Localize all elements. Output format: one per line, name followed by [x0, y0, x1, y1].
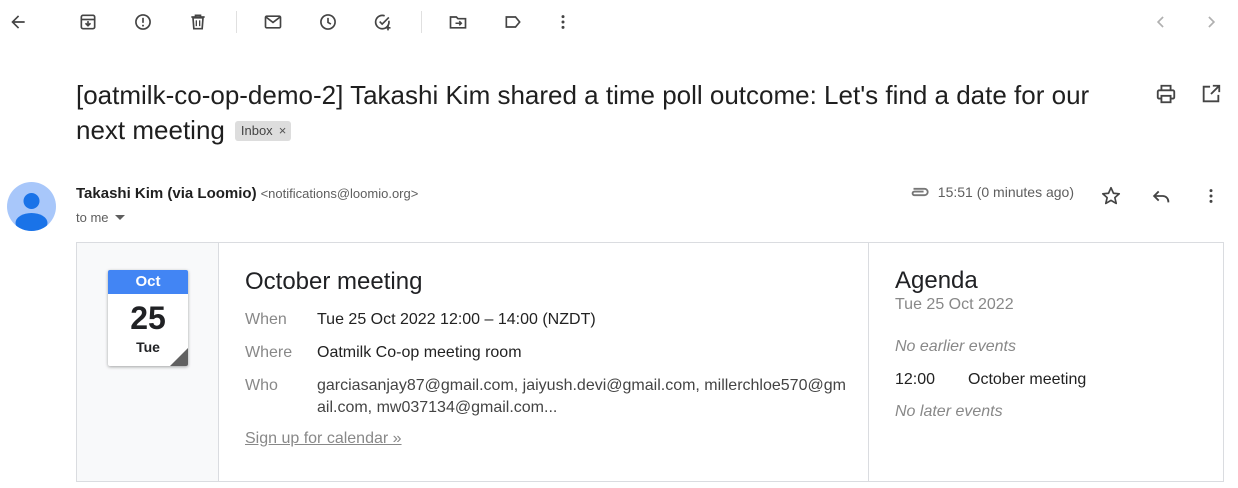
toolbar [0, 0, 1238, 46]
delete-icon [191, 14, 205, 30]
more-vert-icon [1209, 189, 1213, 203]
more-vert-icon [561, 15, 565, 29]
newer-button[interactable] [1145, 6, 1177, 38]
calendar-day: 25 [130, 300, 166, 336]
toolbar-divider [421, 11, 422, 33]
agenda-no-earlier: No earlier events [895, 338, 1016, 355]
event-when-row: When Tue 25 Oct 2022 12:00 – 14:00 (NZDT… [245, 309, 868, 331]
inbox-label-text: Inbox [240, 123, 273, 138]
when-value: Tue 25 Oct 2022 12:00 – 14:00 (NZDT) [317, 311, 596, 328]
recipient-text: to me [76, 210, 109, 225]
star-button[interactable] [1095, 180, 1127, 212]
event-where-row: Where Oatmilk Co-op meeting room [245, 342, 868, 364]
more-options-button[interactable] [547, 6, 579, 38]
inbox-label-chip[interactable]: Inbox × [234, 121, 292, 141]
who-value: garciasanjay87@gmail.com, jaiyush.devi@g… [317, 377, 846, 416]
mark-unread-icon [264, 15, 282, 29]
back-button[interactable] [2, 6, 34, 38]
when-label: When [245, 311, 287, 328]
signup-calendar-link[interactable]: Sign up for calendar » [245, 430, 402, 448]
email-subject: [oatmilk-co-op-demo-2] Takashi Kim share… [76, 78, 1136, 148]
message-meta: 15:51 (0 minutes ago) [908, 184, 1074, 200]
print-icon [1156, 84, 1176, 104]
message-more-button[interactable] [1195, 180, 1227, 212]
agenda-event-item[interactable]: 12:00 October meeting [895, 370, 1223, 390]
where-label: Where [245, 344, 293, 361]
snooze-button[interactable] [312, 6, 344, 38]
agenda-event-name: October meeting [968, 371, 1087, 388]
agenda-date: Tue 25 Oct 2022 [895, 296, 1014, 313]
agenda-no-later: No later events [895, 403, 1003, 420]
older-button[interactable] [1195, 6, 1227, 38]
add-to-tasks-icon [374, 14, 391, 31]
who-label: Who [245, 377, 278, 394]
calendar-date-icon: Oct 25 Tue [108, 270, 188, 366]
reply-button[interactable] [1145, 180, 1177, 212]
label-icon [505, 16, 521, 28]
label-button[interactable] [497, 6, 529, 38]
event-details-table: When Tue 25 Oct 2022 12:00 – 14:00 (NZDT… [245, 309, 868, 419]
message-time: 15:51 (0 minutes ago) [937, 184, 1074, 200]
star-icon [1101, 186, 1121, 205]
agenda-event-time: 12:00 [895, 371, 936, 388]
calendar-date-panel: Oct 25 Tue [77, 243, 219, 481]
add-to-tasks-button[interactable] [367, 6, 399, 38]
sender-avatar[interactable] [7, 182, 56, 231]
archive-button[interactable] [72, 6, 104, 38]
report-spam-button[interactable] [127, 6, 159, 38]
sender-email: <notifications@loomio.org> [260, 186, 419, 201]
subject-text: [oatmilk-co-op-demo-2] Takashi Kim share… [76, 80, 1090, 145]
event-title: October meeting [245, 268, 423, 295]
person-avatar-icon [15, 193, 48, 231]
calendar-month: Oct [108, 270, 188, 294]
mark-unread-button[interactable] [257, 6, 289, 38]
report-spam-icon [135, 14, 151, 30]
sender-line: Takashi Kim (via Loomio) <notifications@l… [76, 184, 418, 204]
back-arrow-icon [11, 15, 25, 29]
open-new-window-button[interactable] [1197, 80, 1225, 108]
move-to-button[interactable] [442, 6, 474, 38]
where-value: Oatmilk Co-op meeting room [317, 344, 522, 361]
sender-name[interactable]: Takashi Kim (via Loomio) [76, 185, 257, 202]
reply-icon [1152, 190, 1170, 203]
calendar-invite-card: Oct 25 Tue October meeting When Tue 25 O… [76, 242, 1224, 482]
caret-down-icon [114, 215, 125, 220]
move-to-icon [449, 16, 467, 29]
remove-label-button[interactable]: × [279, 122, 287, 140]
newer-chevron-icon [1156, 16, 1164, 28]
open-in-new-icon [1202, 84, 1221, 103]
recipient-details-toggle[interactable]: to me [76, 210, 125, 225]
delete-button[interactable] [182, 6, 214, 38]
agenda-panel: Agenda Tue 25 Oct 2022 No earlier events… [869, 243, 1223, 481]
older-chevron-icon [1208, 16, 1216, 28]
archive-icon [80, 14, 96, 30]
agenda-title: Agenda [895, 267, 978, 294]
attachment-icon [908, 185, 930, 199]
event-details-panel: October meeting When Tue 25 Oct 2022 12:… [219, 243, 869, 481]
print-all-button[interactable] [1152, 80, 1180, 108]
event-who-row: Who garciasanjay87@gmail.com, jaiyush.de… [245, 375, 868, 419]
toolbar-divider [236, 11, 237, 33]
snooze-icon [320, 14, 336, 30]
page-fold-icon [170, 348, 188, 366]
